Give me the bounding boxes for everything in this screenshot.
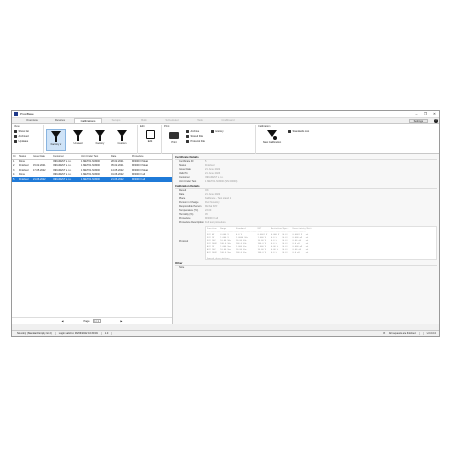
group-label-edit: Edit bbox=[140, 125, 145, 128]
list-icon bbox=[14, 130, 17, 133]
certificate-details-header[interactable]: Certificate Details bbox=[175, 155, 437, 160]
protocol-text: Function Range Standard UUT Deviation/Sp… bbox=[205, 226, 437, 260]
minimize-icon[interactable]: – bbox=[412, 112, 421, 116]
maximize-icon[interactable]: ❐ bbox=[421, 112, 430, 116]
new-calibration-button[interactable]: New Calibration bbox=[258, 129, 286, 151]
standards-icon bbox=[288, 130, 291, 133]
print-button[interactable]: Print bbox=[164, 129, 184, 151]
filter-unused-button[interactable]: Unused bbox=[68, 129, 88, 151]
pager: ◀ Page 1 / 1 ▶ bbox=[12, 317, 172, 324]
app-window: ProxiBase – ❐ ✕ Overview Devices Calibra… bbox=[11, 110, 440, 337]
page-label: Page bbox=[83, 319, 90, 323]
filter-icon bbox=[95, 130, 105, 141]
printer-icon bbox=[169, 132, 179, 139]
tab-task[interactable]: Task bbox=[186, 118, 214, 123]
status-version: v.0.0.0.0 bbox=[426, 332, 436, 335]
window-title: ProxiBase bbox=[20, 112, 34, 116]
file-icon bbox=[186, 135, 189, 138]
refresh-icon bbox=[14, 140, 17, 143]
ribbon-group-edit: Edit Edit bbox=[138, 125, 162, 154]
status-bar: Novotný (Standard Emply Ist 2) Login val… bbox=[12, 330, 439, 336]
tab-calibrations[interactable]: Calibrations bbox=[74, 118, 102, 123]
protocol-label: Protocol bbox=[179, 240, 189, 243]
archive-icon bbox=[186, 130, 189, 133]
group-label-calibration: Calibration bbox=[258, 125, 271, 128]
detail-row: Procedure Description Full test procedure bbox=[179, 221, 226, 224]
title-bar: ProxiBase – ❐ ✕ bbox=[12, 111, 439, 118]
filter-factory-dropdown[interactable]: Factory ▾ bbox=[46, 129, 66, 151]
settings-button[interactable]: Settings bbox=[408, 119, 428, 123]
tab-devices[interactable]: Devices bbox=[46, 118, 74, 123]
note-label: Note bbox=[179, 266, 185, 269]
filter-icon bbox=[73, 130, 83, 141]
next-page-icon[interactable]: ▶ bbox=[121, 320, 123, 323]
tab-bulk[interactable]: Bulk bbox=[130, 118, 158, 123]
page-number-input[interactable]: 1 / 1 bbox=[92, 319, 101, 323]
calibration-icon bbox=[267, 130, 277, 140]
protocol-row: Protocol Function Range Standard UUT Dev… bbox=[175, 226, 437, 260]
document-icon bbox=[186, 140, 189, 143]
history-icon bbox=[210, 130, 214, 133]
standards-list-button[interactable]: Standards List bbox=[288, 129, 309, 134]
calibration-details-header[interactable]: Calibration Details bbox=[175, 184, 437, 189]
other-header[interactable]: Other bbox=[175, 261, 437, 266]
updates-button[interactable]: Updates bbox=[14, 139, 41, 144]
history-button[interactable]: History bbox=[210, 129, 224, 134]
prev-page-icon[interactable]: ◀ bbox=[61, 320, 63, 323]
detail-row: Note bbox=[175, 266, 437, 270]
status-user: Novotný (Standard Emply Ist 2) bbox=[14, 332, 56, 335]
archive-icon bbox=[14, 135, 17, 138]
ribbon-group-print: Print Print Archive Stored File Protocol… bbox=[162, 125, 256, 154]
tab-craftboard[interactable]: Craftboard bbox=[214, 118, 242, 123]
calibration-table: Cl. Status Issue Date Customer Unit Unde… bbox=[12, 154, 172, 182]
table-cell: Finished bbox=[18, 177, 32, 182]
protocol-file-button[interactable]: Protocol File bbox=[186, 139, 205, 144]
filter-factory-button[interactable]: Factory bbox=[90, 129, 110, 151]
group-label-print: Print bbox=[164, 125, 170, 128]
close-icon[interactable]: ✕ bbox=[430, 112, 439, 116]
tab-scheduled[interactable]: Scheduled bbox=[158, 118, 186, 123]
tab-setups[interactable]: Setups bbox=[102, 118, 130, 123]
ribbon-toolbar: View Show list Archived Updates Factory … bbox=[12, 124, 439, 154]
table-cell: M3000 II all bbox=[131, 177, 172, 182]
edit-button[interactable]: Edit bbox=[140, 129, 160, 151]
filter-icon bbox=[51, 131, 61, 142]
edit-icon bbox=[145, 130, 155, 139]
help-icon[interactable]: ? bbox=[434, 119, 438, 123]
filter-custom-button[interactable]: Custom bbox=[112, 129, 132, 151]
status-requests: ☑ All requests are finished bbox=[380, 332, 424, 335]
table-cell: 21.06.2022 bbox=[110, 177, 131, 182]
table-cell: INKAFEST s.r.o. bbox=[52, 177, 80, 182]
filter-icon bbox=[117, 130, 127, 141]
table-cell: 21.06.2022 bbox=[32, 177, 52, 182]
tab-overview[interactable]: Overview bbox=[18, 118, 46, 123]
app-icon bbox=[14, 112, 18, 116]
tab-bar: Overview Devices Calibrations Setups Bul… bbox=[12, 118, 439, 124]
table-cell: 1 METOL M3000 bbox=[80, 177, 110, 182]
calibration-list-panel: Cl. Status Issue Date Customer Unit Unde… bbox=[12, 154, 173, 324]
table-row-selected[interactable]: 5 Finished 21.06.2022 INKAFEST s.r.o. 1 METO… bbox=[12, 177, 172, 182]
ribbon-group-view: View Show list Archived Updates bbox=[12, 125, 44, 154]
ribbon-group-calibration: Calibration New Calibration Standards Li… bbox=[256, 125, 336, 154]
details-panel: Certificate Details Certificate ID 5 Stat… bbox=[173, 154, 439, 324]
group-label-view: View bbox=[14, 125, 20, 128]
status-version-short: 1.0 bbox=[102, 332, 113, 335]
ribbon-group-filters: Factory ▾ Unused Factory Custom bbox=[44, 125, 138, 154]
status-login: Login valid to: 06/06/2022 16:39:49 bbox=[56, 332, 102, 335]
